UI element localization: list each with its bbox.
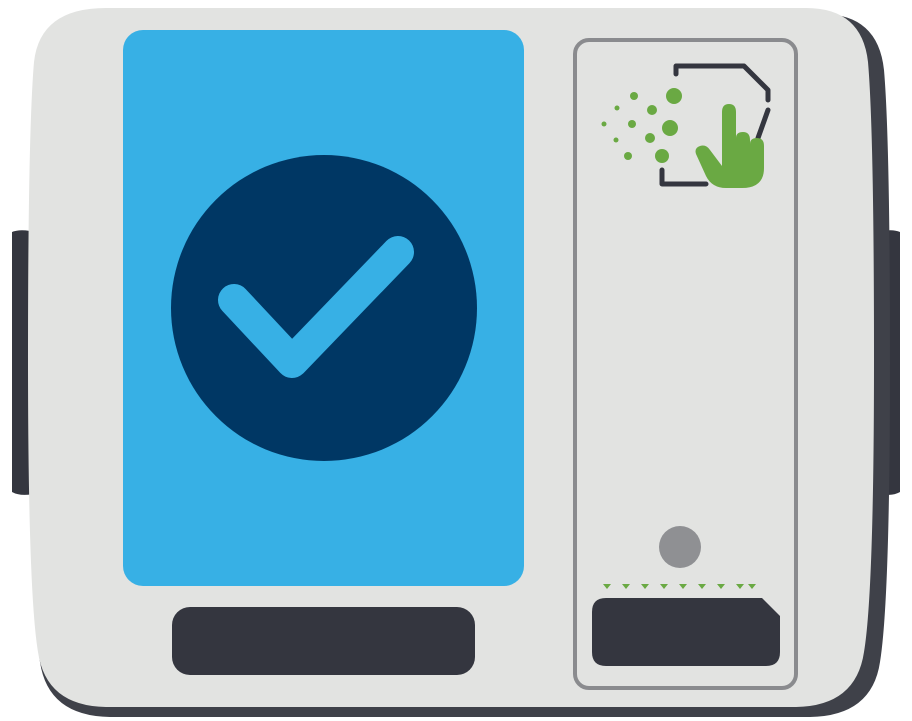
- payment-terminal-illustration: [0, 0, 912, 721]
- terminal-svg: [12, 8, 900, 717]
- check-circle-icon: [171, 155, 477, 461]
- indicator-light: [659, 526, 701, 568]
- keypad-bar: [172, 607, 475, 675]
- card-insert-slot: [592, 598, 780, 666]
